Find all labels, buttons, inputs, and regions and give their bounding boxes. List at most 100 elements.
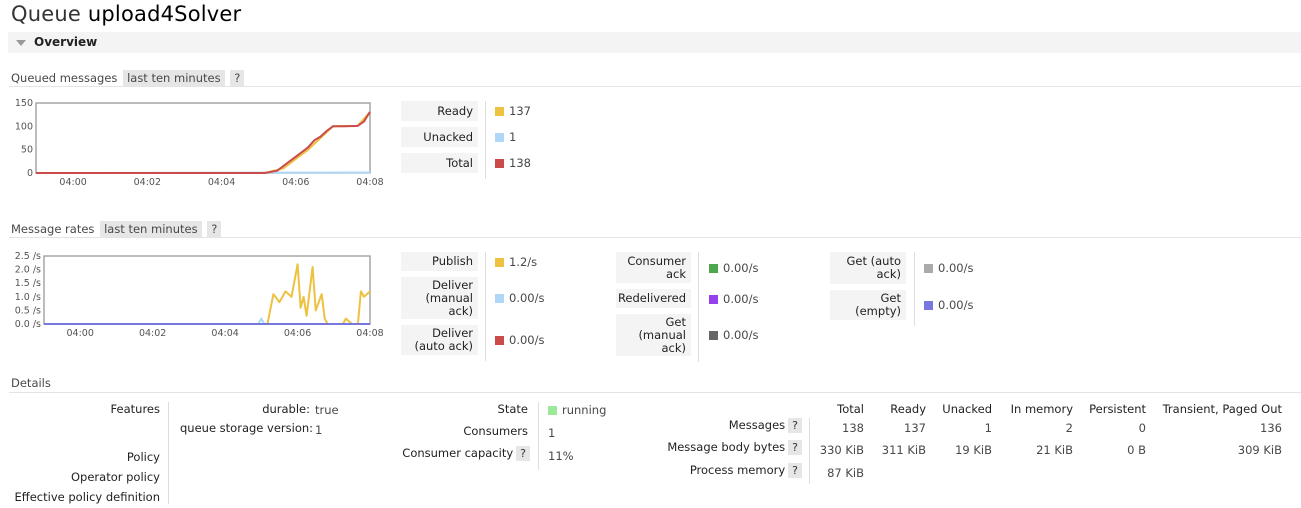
y-tick-label: 2.5 /s [15, 251, 41, 262]
queue-name: upload4Solver [87, 2, 242, 26]
legend-label: Total [401, 153, 478, 173]
legend-value: 0.00/s [495, 333, 544, 347]
table-header: Unacked [942, 402, 992, 416]
legend-value: 0.00/s [709, 261, 758, 275]
legend-value-text: 0.00/s [509, 291, 545, 305]
x-tick-label: 04:04 [211, 328, 238, 339]
legend-value-text: 0.00/s [723, 328, 759, 342]
legend-swatch [495, 336, 504, 345]
y-tick-label: 50 [21, 145, 33, 156]
table-cell: 0 [1138, 421, 1146, 435]
rates-help-button[interactable]: ? [207, 221, 222, 237]
legend-label: Redelivered [616, 289, 691, 308]
legend-value-text: 0.00/s [509, 333, 545, 347]
queued-messages-title: Queued messages last ten minutes ? [11, 70, 245, 86]
rates-range-selector[interactable]: last ten minutes [100, 221, 202, 237]
feature-value: true [315, 403, 339, 417]
divider [914, 252, 915, 326]
legend-label: Get (auto ack) [830, 252, 906, 284]
legend-swatch [495, 257, 504, 267]
legend-label: Deliver (auto ack) [401, 325, 478, 355]
overview-section-header[interactable]: Overview [8, 32, 1301, 53]
queued-range-selector[interactable]: last ten minutes [123, 70, 225, 86]
y-tick-label: 0.5 /s [15, 305, 41, 316]
table-cell: 0 B [1127, 443, 1146, 457]
legend-value: 138 [495, 156, 531, 170]
y-tick-label: 100 [15, 121, 33, 132]
table-cell: 87 KiB [827, 466, 864, 480]
legend-swatch [709, 263, 718, 273]
table-cell: 309 KiB [1237, 443, 1282, 457]
divider [698, 252, 699, 362]
legend-label: Get (manual ack) [616, 314, 691, 356]
consumer-capacity-label: Consumer capacity? [380, 446, 530, 461]
table-header: In memory [1010, 402, 1073, 416]
divider [809, 418, 810, 484]
legend-value: 137 [495, 104, 531, 118]
legend-value: 0.00/s [495, 291, 544, 305]
legend-value: 1.2/s [495, 255, 537, 269]
table-cell: 21 KiB [1036, 443, 1073, 457]
table-header: Transient, Paged Out [1162, 402, 1282, 416]
table-row-label: Messages? [729, 418, 802, 433]
message-rates-title: Message rates last ten minutes ? [11, 221, 222, 237]
legend-value-text: 1 [509, 130, 517, 144]
divider [9, 237, 1301, 238]
row-help-button[interactable]: ? [788, 418, 802, 433]
state-label: State [497, 402, 528, 416]
legend-value: 0.00/s [709, 328, 758, 342]
feature-key: durable: [262, 402, 310, 416]
x-tick-label: 04:02 [139, 328, 166, 339]
legend-value: 0.00/s [709, 292, 758, 306]
x-tick-label: 04:08 [356, 177, 383, 188]
row-help-button[interactable]: ? [788, 440, 802, 455]
table-row-label: Message body bytes? [667, 440, 802, 455]
table-cell: 311 KiB [881, 443, 926, 457]
legend-swatch [495, 294, 504, 303]
legend-value: 0.00/s [924, 261, 973, 275]
row-label-text: Process memory [689, 463, 786, 477]
legend-swatch [709, 294, 718, 304]
details-title: Details [11, 376, 51, 390]
overview-label: Overview [34, 35, 98, 49]
table-row-label: Process memory? [690, 463, 802, 478]
queued-help-button[interactable]: ? [230, 70, 245, 86]
y-tick-label: 0 [27, 168, 33, 179]
row-help-button[interactable]: ? [788, 463, 802, 478]
divider [485, 252, 486, 361]
x-tick-label: 04:02 [134, 177, 161, 188]
legend-swatch [495, 159, 504, 168]
table-cell: 136 [1260, 421, 1282, 435]
legend-swatch [709, 331, 718, 340]
table-header: Total [837, 402, 864, 416]
x-tick-label: 04:04 [208, 177, 235, 188]
feature-value: 1 [315, 423, 323, 437]
table-cell: 19 KiB [955, 443, 992, 457]
legend-label: Ready [401, 101, 478, 121]
x-tick-label: 04:06 [284, 328, 311, 339]
row-label-text: Messages [728, 418, 786, 432]
legend-value-text: 137 [509, 104, 531, 118]
state-running-indicator [548, 406, 557, 415]
y-tick-label: 0.0 /s [15, 319, 41, 330]
operator-policy-label: Operator policy [71, 470, 160, 484]
legend-value-text: 0.00/s [723, 291, 759, 306]
table-cell: 1 [984, 421, 992, 435]
consumers-label: Consumers [463, 424, 528, 438]
y-tick-label: 1.5 /s [15, 278, 41, 289]
legend-swatch [924, 264, 933, 273]
capacity-help-button[interactable]: ? [516, 446, 530, 461]
x-tick-label: 04:00 [67, 328, 94, 339]
row-label-text: Message body bytes [667, 440, 786, 454]
collapse-triangle-icon[interactable] [16, 40, 26, 46]
policy-label: Policy [126, 450, 160, 464]
plot-area [43, 255, 371, 325]
features-label: Features [110, 402, 160, 416]
queued-messages-chart: 0 50 100 150 04:00 04:02 04:04 04:06 04:08 [15, 98, 384, 188]
x-tick-label: 04:08 [356, 328, 383, 339]
legend-swatch [495, 133, 504, 142]
x-tick-label: 04:06 [282, 177, 309, 188]
divider [485, 101, 486, 179]
legend-value: 1 [495, 130, 516, 144]
legend-swatch [495, 107, 504, 116]
